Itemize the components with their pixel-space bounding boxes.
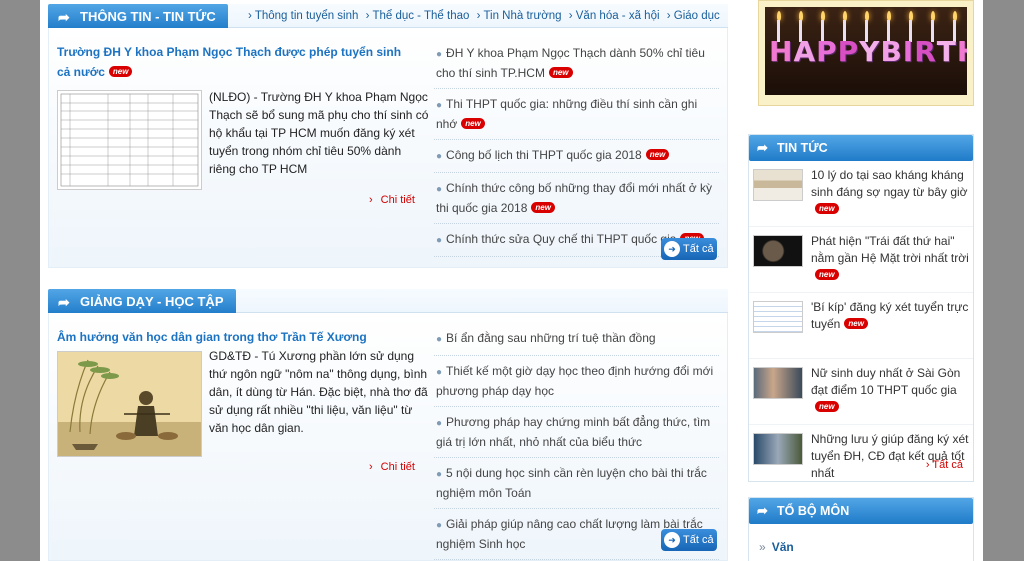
new-badge: new (815, 401, 839, 412)
arrow-right-icon: ➜ (664, 532, 680, 548)
news-thumbnail (753, 169, 803, 201)
arrow-icon: ➦ (757, 503, 768, 518)
subject-link[interactable]: » Văn (759, 540, 794, 554)
list-item[interactable]: ● Chính thức công bố những thay đổi mới n… (434, 173, 719, 224)
news-item[interactable]: Nữ sinh duy nhất ở Sài Gòn đạt điểm 10 T… (749, 359, 973, 425)
bullet-icon: ● (436, 235, 443, 246)
news-section: ➦ THÔNG TIN - TIN TỨC › Thông tin tuyển … (48, 4, 728, 268)
category-links: › Thông tin tuyển sinh › Thể dục - Thể t… (248, 4, 728, 28)
sidebar-tab[interactable]: ➦ TỔ BỘ MÔN (749, 498, 973, 524)
news-thumbnail (753, 301, 803, 333)
news-thumbnail (753, 433, 803, 465)
category-link[interactable]: › Thể dục - Thể thao (366, 10, 472, 22)
section-tab[interactable]: ➦ THÔNG TIN - TIN TỨC (48, 4, 228, 30)
bullet-icon: ● (436, 418, 443, 429)
new-badge: new (548, 67, 573, 78)
main-column: ➦ THÔNG TIN - TIN TỨC › Thông tin tuyển … (40, 0, 735, 561)
featured-title[interactable]: Trường ĐH Y khoa Phạm Ngọc Thạch được ph… (57, 42, 412, 82)
new-badge: new (815, 203, 839, 214)
view-all-button[interactable]: ➜ Tất cả (661, 529, 717, 551)
bullet-icon: ● (436, 151, 443, 162)
teaching-section: ➦ GIẢNG DẠY - HỌC TẬP Âm hưởng văn học d… (48, 289, 728, 561)
category-link[interactable]: › Thông tin tuyển sinh (248, 10, 360, 22)
bullet-icon: ● (436, 334, 443, 345)
news-list: ● ĐH Y khoa Phạm Ngọc Thạch dành 50% chỉ … (434, 38, 719, 257)
section-tab[interactable]: ➦ GIẢNG DẠY - HỌC TẬP (48, 289, 236, 315)
category-link[interactable]: › Văn hóa - xã hội (569, 10, 662, 22)
bullet-icon: ● (436, 49, 443, 60)
bullet-icon: ● (436, 469, 443, 480)
list-item[interactable]: ● Bí ẩn đằng sau những trí tuệ thần đồng (434, 323, 719, 356)
table-document-icon (60, 93, 199, 187)
arrow-right-icon: ➜ (664, 241, 680, 257)
subject-sidebar-box: ➦ TỔ BỘ MÔN » Văn (748, 497, 974, 561)
news-item[interactable]: 'Bí kíp' đăng ký xét tuyển trực tuyến new (749, 293, 973, 359)
list-item[interactable]: ● Công bố lịch thi THPT quốc gia 2018 new (434, 140, 719, 173)
featured-description: (NLĐO) - Trường ĐH Y khoa Phạm Ngọc Thạc… (209, 90, 429, 176)
section-title: THÔNG TIN - TIN TỨC (80, 9, 216, 24)
featured-thumbnail[interactable] (57, 351, 202, 457)
news-thumbnail (753, 235, 803, 267)
chevron-right-icon: › (369, 194, 373, 206)
list-item[interactable]: ● ĐH Y khoa Phạm Ngọc Thạch dành 50% chỉ … (434, 38, 719, 89)
new-badge: new (645, 149, 670, 160)
birthday-text: HAPPY BIRTHDAY (769, 35, 967, 68)
bullet-icon: ● (436, 100, 443, 111)
category-link[interactable]: › Tin Nhà trường (477, 10, 564, 22)
page: ➦ THÔNG TIN - TIN TỨC › Thông tin tuyển … (40, 0, 983, 561)
new-badge: new (531, 202, 555, 213)
section-header: ➦ GIẢNG DẠY - HỌC TẬP (48, 289, 728, 315)
section-header: ➦ THÔNG TIN - TIN TỨC › Thông tin tuyển … (48, 4, 728, 30)
featured-thumbnail[interactable] (57, 90, 202, 190)
section-body: Âm hưởng văn học dân gian trong thơ Trần… (48, 313, 728, 561)
section-title: GIẢNG DẠY - HỌC TẬP (80, 294, 224, 309)
right-column: HAPPY BIRTHDAY ➦ TIN TỨC 10 lý do tại sa… (740, 0, 983, 561)
arrow-icon: ➦ (58, 9, 70, 25)
news-thumbnail (753, 367, 803, 399)
list-item[interactable]: ● Phương pháp hay chứng minh bất đẳng thứ… (434, 407, 719, 458)
news-item[interactable]: 10 lý do tại sao kháng kháng sinh đáng s… (749, 161, 973, 227)
featured-title[interactable]: Âm hưởng văn học dân gian trong thơ Trần… (57, 327, 417, 347)
birthday-image: HAPPY BIRTHDAY (765, 7, 967, 95)
details-link[interactable]: › Chi tiết (369, 194, 415, 206)
list-item[interactable]: ● 5 nội dung học sinh cần rèn luyện cho b… (434, 458, 719, 509)
bullet-icon: ● (436, 367, 443, 378)
view-all-link[interactable]: › Tất cả (926, 459, 963, 471)
chevron-right-icon: › (369, 461, 373, 473)
details-link[interactable]: › Chi tiết (369, 461, 415, 473)
news-list: ● Bí ẩn đằng sau những trí tuệ thần đồng … (434, 323, 719, 560)
new-badge: new (461, 118, 485, 129)
sidebar-tab[interactable]: ➦ TIN TỨC (749, 135, 973, 161)
list-item[interactable]: ● Thi THPT quốc gia: những điều thí sinh … (434, 89, 719, 140)
featured-description: GD&TĐ - Tú Xương phần lớn sử dụng thứ ng… (209, 349, 428, 435)
birthday-banner[interactable]: HAPPY BIRTHDAY (758, 0, 974, 106)
arrow-icon: ➦ (58, 294, 70, 310)
news-sidebar-box: ➦ TIN TỨC 10 lý do tại sao kháng kháng s… (748, 134, 974, 482)
double-chevron-icon: » (759, 540, 766, 554)
new-badge: new (815, 269, 839, 280)
view-all-button[interactable]: ➜ Tất cả (661, 238, 717, 260)
arrow-icon: ➦ (757, 140, 768, 155)
news-item[interactable]: Những lưu ý giúp đăng ký xét tuyển ĐH, C… (749, 425, 973, 491)
section-body: Trường ĐH Y khoa Phạm Ngọc Thạch được ph… (48, 28, 728, 268)
list-item[interactable]: ● Thiết kế một giờ dạy học theo định hướn… (434, 356, 719, 407)
new-badge: new (108, 66, 133, 77)
folk-painting-image (58, 352, 201, 456)
bullet-icon: ● (436, 184, 443, 195)
category-link[interactable]: › Giáo dục (667, 10, 722, 22)
new-badge: new (844, 318, 868, 329)
bullet-icon: ● (436, 520, 443, 531)
news-item[interactable]: Phát hiện "Trái đất thứ hai" nằm gần Hệ … (749, 227, 973, 293)
chevron-right-icon: › (925, 459, 930, 471)
